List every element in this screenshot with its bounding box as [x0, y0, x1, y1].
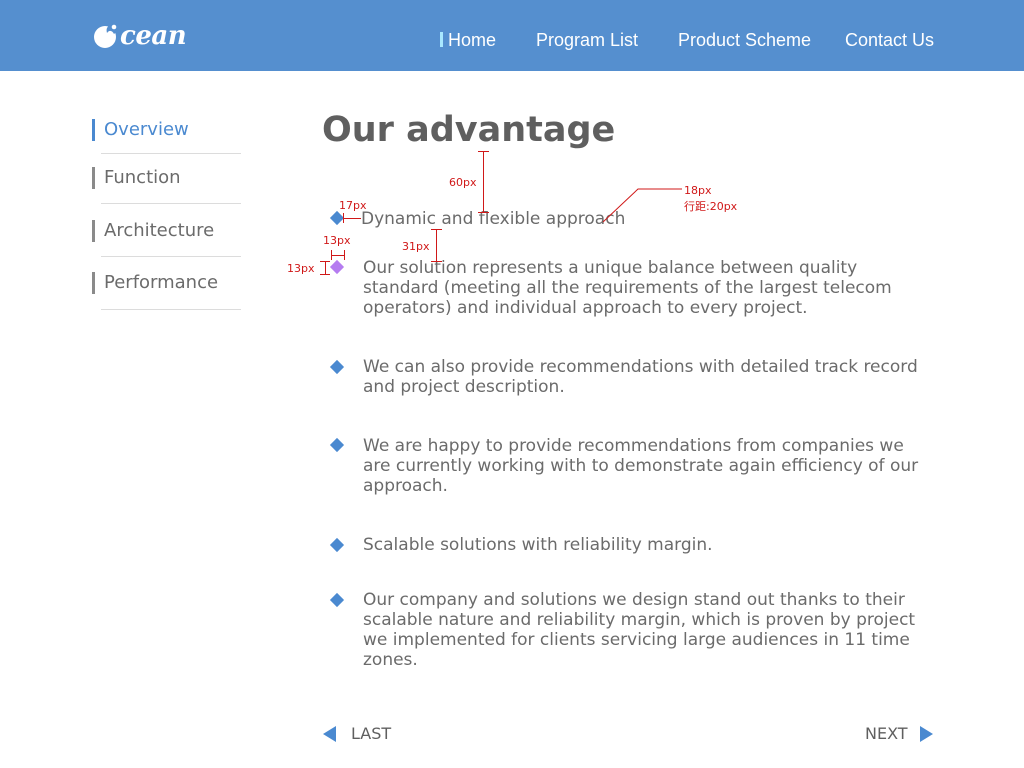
next-page-button[interactable]: NEXT [865, 723, 908, 745]
nav-active-indicator [440, 32, 443, 47]
diamond-bullet-icon [329, 259, 345, 275]
logo-wordmark: cean [120, 21, 187, 51]
spacing-measure-line [331, 255, 344, 256]
spacing-measure-cap [431, 261, 442, 262]
sidebar-divider [101, 153, 241, 154]
item-marker [92, 167, 95, 189]
advantage-item: We are happy to provide recommendations … [363, 436, 919, 496]
spacing-measure-cap [344, 250, 345, 260]
sidebar-divider [101, 309, 241, 310]
brand-logo[interactable]: cean [92, 20, 187, 52]
spacing-measure-cap [331, 250, 332, 260]
spacing-measure-line [436, 229, 437, 261]
spacing-measure-line [343, 218, 361, 219]
sidebar-divider [101, 203, 241, 204]
sidebar-item-label: Performance [104, 272, 219, 293]
nav-contact-us[interactable]: Contact Us [845, 29, 934, 51]
sidebar-item-label: Architecture [104, 220, 215, 241]
triangle-left-icon[interactable] [323, 726, 336, 742]
annotation-label: 31px [402, 240, 430, 253]
annotation-label: 13px [287, 262, 315, 275]
diamond-bullet-icon [329, 537, 345, 553]
advantage-item: Scalable solutions with reliability marg… [363, 535, 713, 555]
sidebar-item-performance[interactable]: Performance [92, 271, 218, 295]
diamond-bullet-icon [329, 210, 345, 226]
spacing-measure-line [483, 151, 484, 213]
item-marker [92, 272, 95, 294]
advantage-item: We can also provide recommendations with… [363, 357, 918, 397]
triangle-right-icon[interactable] [920, 726, 933, 742]
annotation-label: 行距:20px [684, 200, 738, 213]
spacing-measure-cap [478, 212, 489, 213]
page-title: Our advantage [322, 110, 616, 150]
spacing-measure-cap [431, 229, 442, 230]
diamond-bullet-icon [329, 359, 345, 375]
nav-home[interactable]: Home [448, 29, 496, 51]
sidebar-item-label: Function [104, 167, 181, 188]
sidebar-item-function[interactable]: Function [92, 166, 181, 190]
diamond-bullet-icon [329, 592, 345, 608]
annotation-label: 60px [449, 176, 477, 189]
spacing-measure-cap [343, 213, 344, 223]
prev-page-button[interactable]: LAST [351, 723, 391, 745]
spacing-measure-line [325, 261, 326, 274]
item-marker [92, 220, 95, 242]
spacing-measure-cap [478, 151, 489, 152]
top-header: cean Home Program List Product Scheme Co… [0, 0, 1024, 71]
diamond-bullet-icon [329, 437, 345, 453]
sidebar-item-architecture[interactable]: Architecture [92, 219, 214, 243]
sidebar-item-overview[interactable]: Overview [92, 118, 189, 142]
sidebar-divider [101, 256, 241, 257]
annotation-label: 17px [339, 199, 367, 212]
spacing-measure-cap [320, 261, 330, 262]
sidebar-item-label: Overview [104, 119, 189, 140]
advantage-item-heading: Dynamic and flexible approach [361, 209, 626, 229]
advantage-item: Our company and solutions we design stan… [363, 590, 916, 670]
advantage-item: Our solution represents a unique balance… [363, 258, 892, 318]
ocean-wave-logo-icon [94, 24, 117, 48]
annotation-label: 13px [323, 234, 351, 247]
annotation-leader-line [602, 188, 682, 223]
nav-program-list[interactable]: Program List [536, 29, 638, 51]
spacing-measure-cap [320, 274, 330, 275]
annotation-label: 18px [684, 184, 712, 197]
active-marker [92, 119, 95, 141]
nav-product-scheme[interactable]: Product Scheme [678, 29, 811, 51]
